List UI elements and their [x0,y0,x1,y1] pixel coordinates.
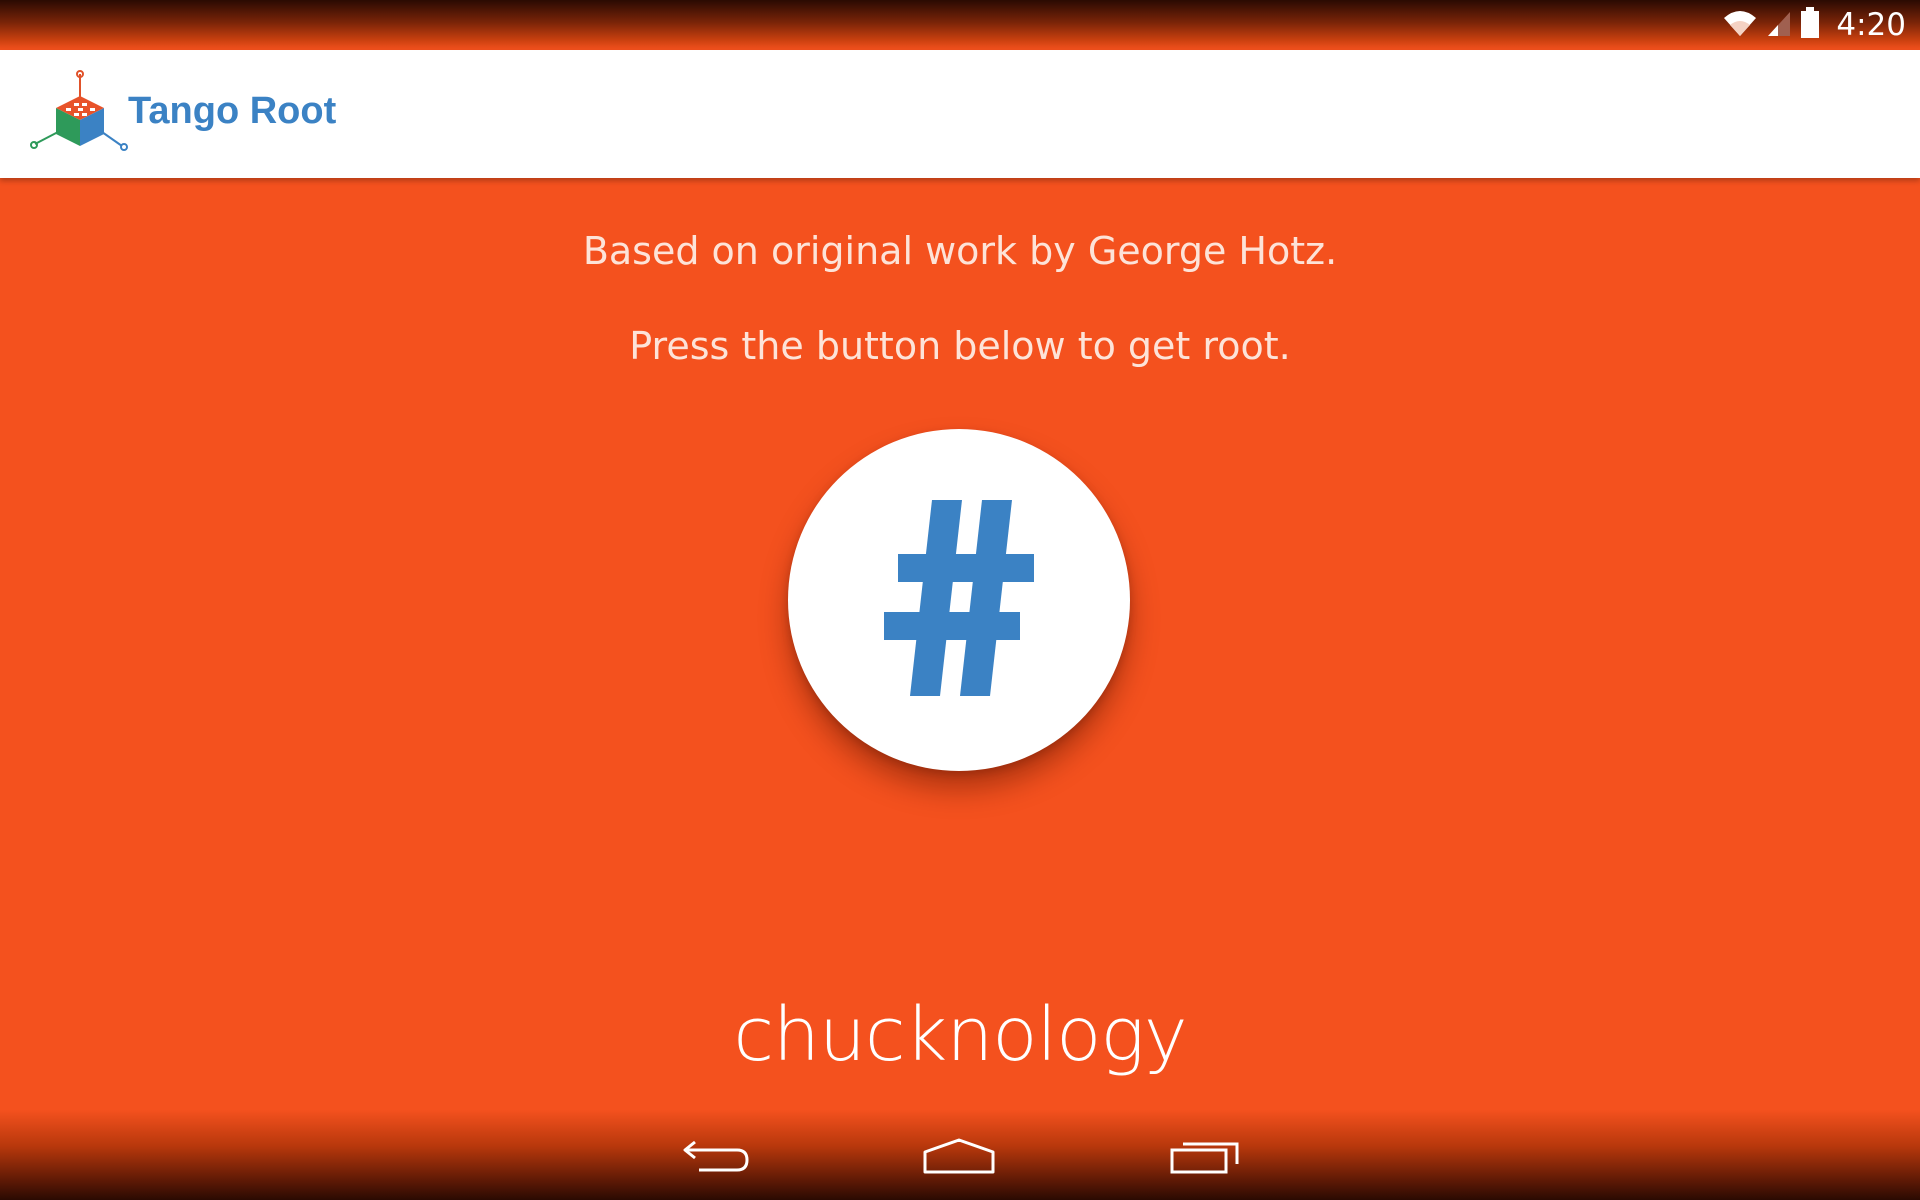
battery-icon [1800,6,1820,44]
wifi-icon [1722,8,1758,43]
credit-text: Based on original work by George Hotz. [582,229,1338,273]
instruction-text: Press the button below to get root. [629,324,1291,368]
get-root-button[interactable] [788,429,1130,771]
home-icon [921,1136,997,1181]
app-title: Tango Root [128,90,337,132]
brand-text: chucknology [733,992,1187,1078]
recents-icon [1169,1136,1241,1181]
status-time: 4:20 [1836,7,1906,43]
hash-icon [884,499,1034,701]
signal-icon [1766,8,1792,43]
status-icons: 4:20 [1722,6,1906,44]
tango-cube-logo [30,70,130,160]
status-bar: 4:20 [0,0,1920,50]
back-icon [681,1136,751,1181]
recents-button[interactable] [1160,1128,1250,1188]
screen: 4:20 Tango Root Based on original work b… [0,0,1920,1200]
back-button[interactable] [671,1128,761,1188]
home-button[interactable] [914,1128,1004,1188]
navigation-bar [0,1110,1920,1200]
action-bar: Tango Root [0,50,1920,178]
